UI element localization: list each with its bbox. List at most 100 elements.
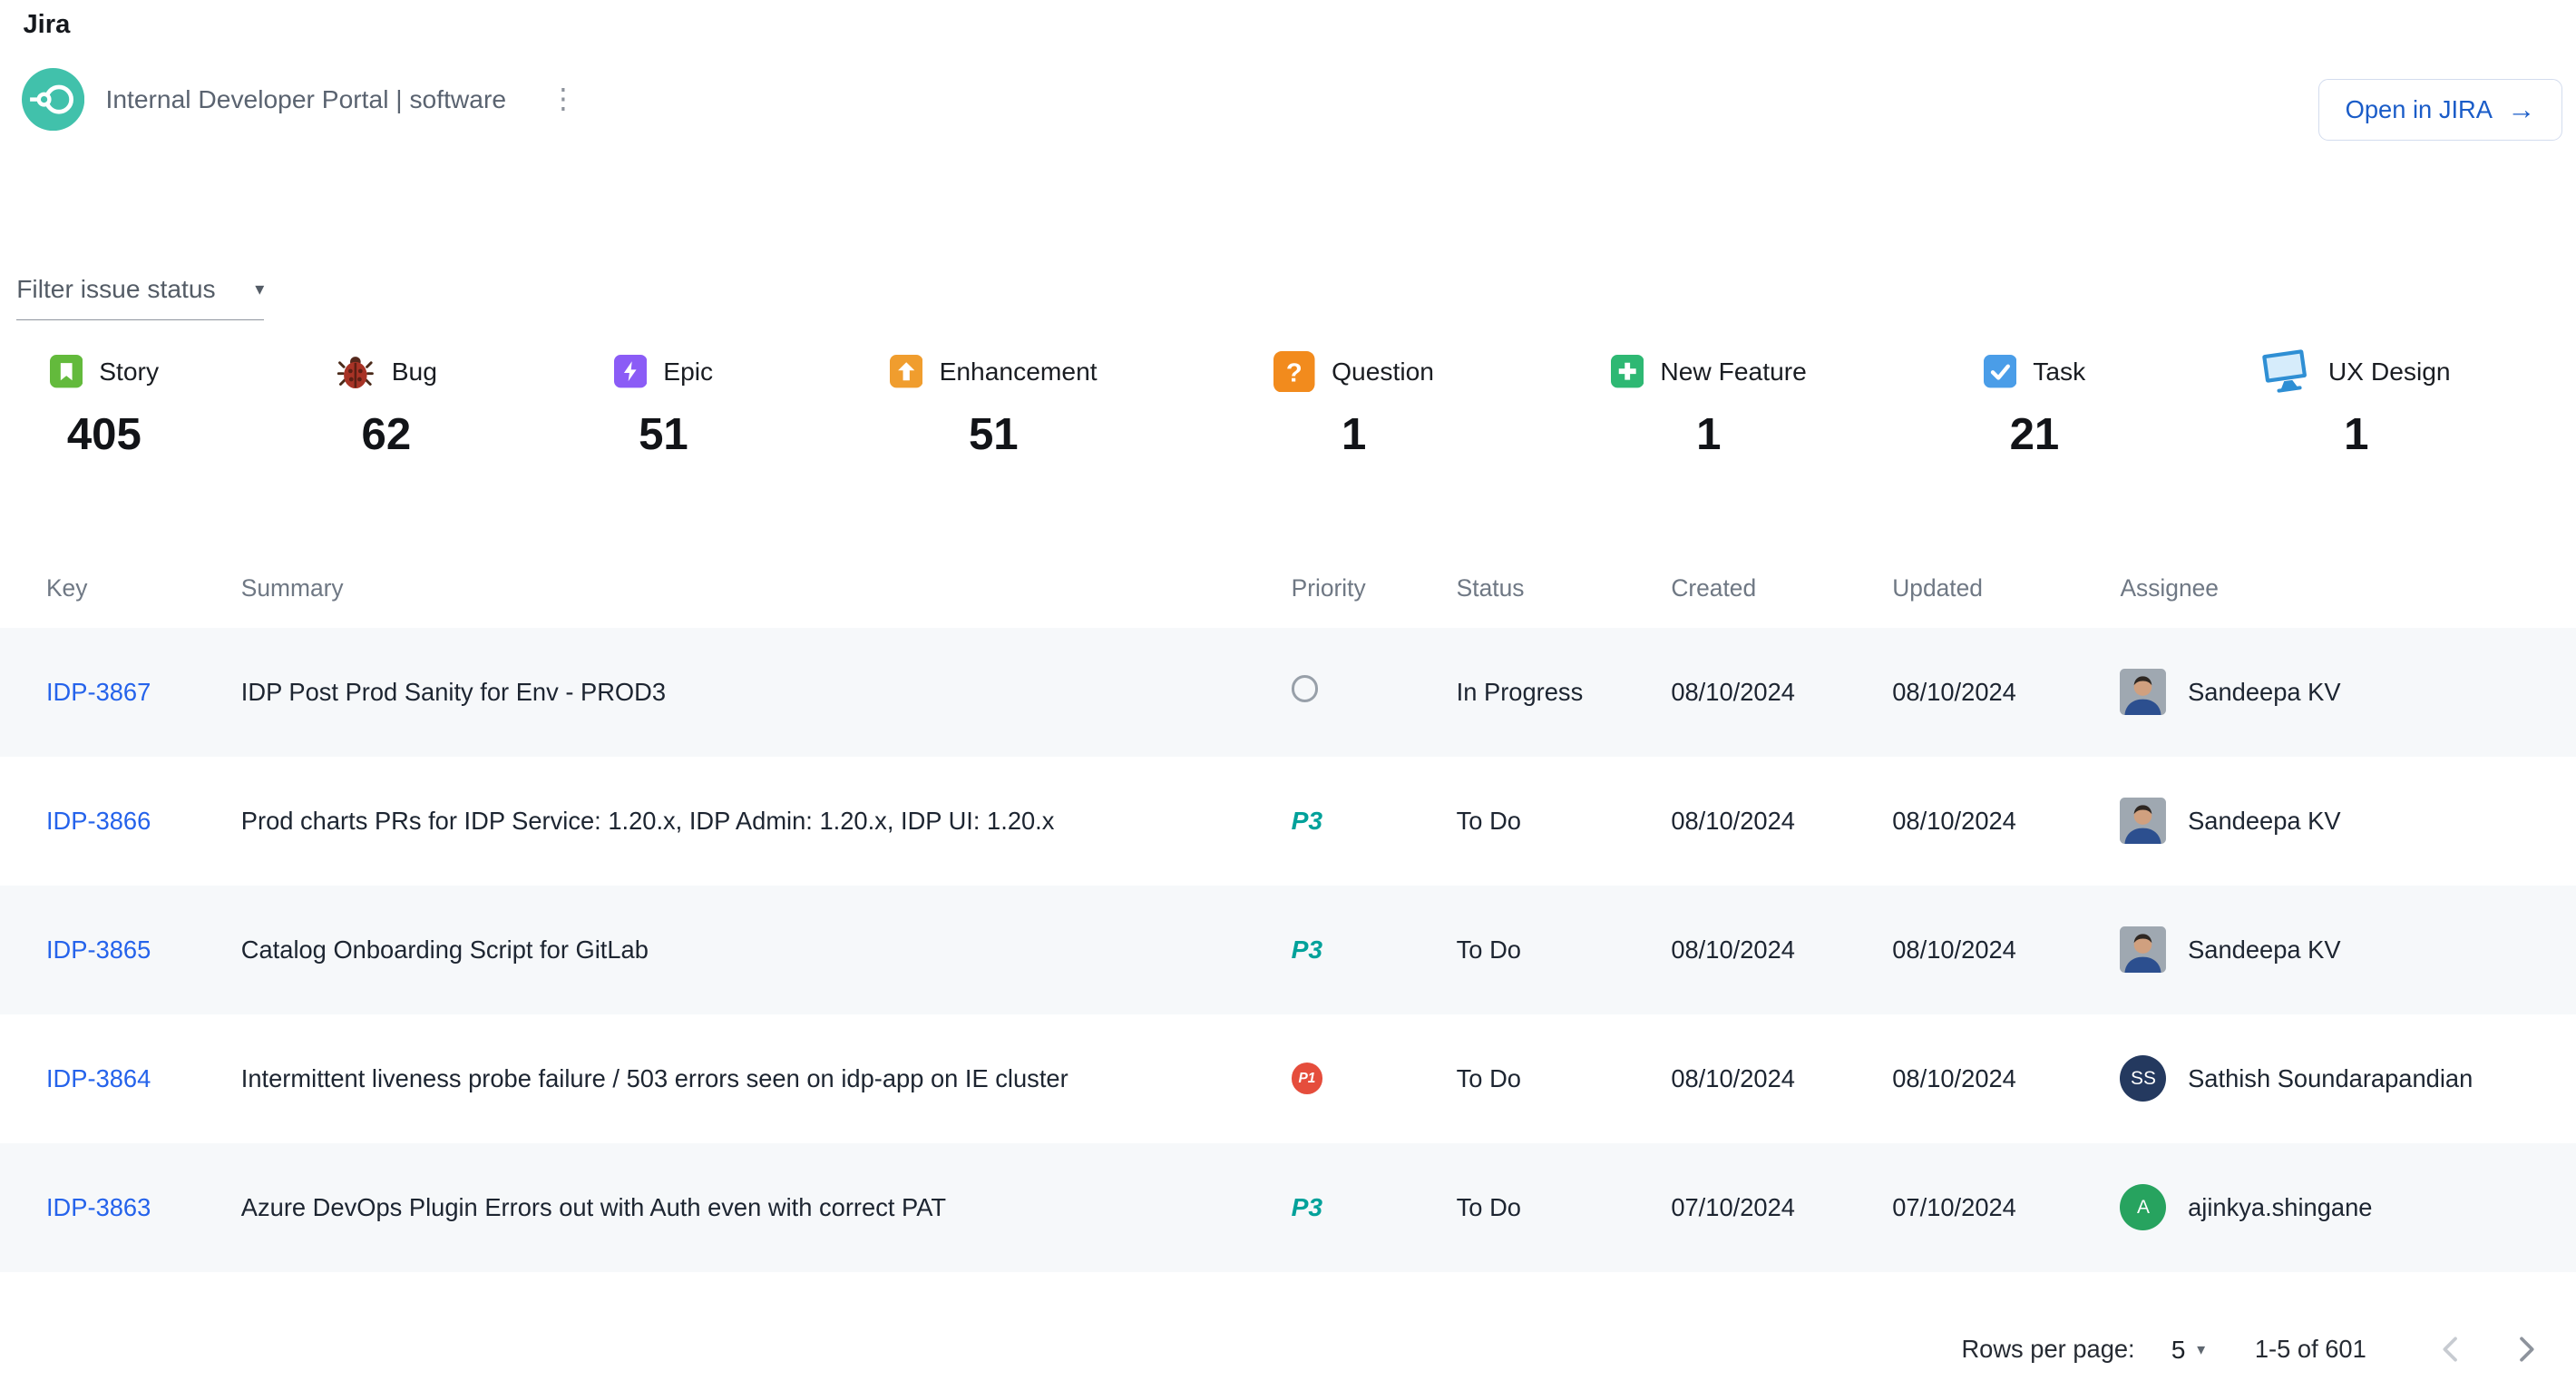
counter-count: 51 — [969, 409, 1019, 460]
assignee-avatar — [2120, 669, 2166, 715]
question-icon: ? — [1273, 351, 1315, 393]
assignee-name: Sandeepa KV — [2188, 807, 2340, 836]
counter-label: UX Design — [2328, 357, 2451, 387]
kebab-menu-icon[interactable]: ⋮ — [549, 85, 577, 113]
issue-created-date: 07/10/2024 — [1671, 1193, 1892, 1222]
counter-enhancement: Enhancement 51 — [890, 347, 1098, 460]
issue-created-date: 08/10/2024 — [1671, 935, 1892, 965]
issue-status: To Do — [1457, 807, 1672, 836]
next-page-button[interactable] — [2505, 1328, 2548, 1371]
rows-per-page-label: Rows per page: — [1961, 1335, 2134, 1364]
issue-summary: Intermittent liveness probe failure / 50… — [241, 1064, 1292, 1093]
counter-story: Story 405 — [50, 347, 159, 460]
filter-label: Filter issue status — [16, 274, 215, 304]
project-header: Internal Developer Portal | software ⋮ — [22, 68, 578, 131]
issue-updated-date: 08/10/2024 — [1892, 935, 2120, 965]
assignee-avatar — [2120, 926, 2166, 973]
counter-count: 1 — [2344, 409, 2368, 460]
column-header-updated: Updated — [1892, 574, 2120, 602]
assignee-avatar: SS — [2120, 1055, 2166, 1102]
open-in-jira-label: Open in JIRA — [2346, 95, 2493, 124]
counter-label: Epic — [663, 357, 713, 387]
counter-count: 62 — [362, 409, 412, 460]
rows-per-page-value: 5 — [2171, 1335, 2186, 1365]
issue-updated-date: 08/10/2024 — [1892, 1064, 2120, 1093]
counter-label: New Feature — [1660, 357, 1806, 387]
issue-key-link[interactable]: IDP-3863 — [46, 1193, 151, 1221]
enhancement-icon — [890, 355, 922, 387]
issue-created-date: 08/10/2024 — [1671, 1064, 1892, 1093]
issue-summary: Catalog Onboarding Script for GitLab — [241, 935, 1292, 965]
issue-updated-date: 08/10/2024 — [1892, 807, 2120, 836]
issue-key-link[interactable]: IDP-3864 — [46, 1064, 151, 1092]
assignee-name: ajinkya.shingane — [2188, 1193, 2372, 1222]
counter-label: Task — [2033, 357, 2085, 387]
epic-icon — [614, 355, 647, 387]
project-logo-icon — [22, 68, 84, 131]
table-row: IDP-3864 Intermittent liveness probe fai… — [0, 1014, 2576, 1143]
assignee-name: Sathish Soundarapandian — [2188, 1064, 2473, 1093]
story-icon — [50, 355, 83, 387]
counter-new-feature: New Feature 1 — [1611, 347, 1807, 460]
priority-none-icon — [1292, 675, 1319, 702]
pagination-bar: Rows per page: 5 ▾ 1-5 of 601 — [1961, 1320, 2548, 1380]
svg-text:?: ? — [1286, 359, 1303, 388]
counter-count: 1 — [1342, 409, 1366, 460]
priority-p3-icon: P3 — [1292, 935, 1323, 964]
jira-plugin-widget: Jira Internal Developer Portal | softwar… — [0, 0, 2576, 1381]
counter-bug: Bug 62 — [336, 347, 437, 460]
issue-status: To Do — [1457, 1193, 1672, 1222]
table-header-row: Key Summary Priority Status Created Upda… — [0, 548, 2576, 627]
priority-p1-icon: P1 — [1292, 1063, 1323, 1094]
issue-status: In Progress — [1457, 678, 1672, 707]
project-name: Internal Developer Portal | software — [105, 84, 506, 114]
counter-label: Bug — [392, 357, 437, 387]
column-header-created: Created — [1671, 574, 1892, 602]
column-header-status: Status — [1457, 574, 1672, 602]
issue-status: To Do — [1457, 1064, 1672, 1093]
open-in-jira-button[interactable]: Open in JIRA → — [2318, 79, 2563, 140]
table-row: IDP-3863 Azure DevOps Plugin Errors out … — [0, 1143, 2576, 1272]
issue-key-link[interactable]: IDP-3866 — [46, 807, 151, 835]
column-header-key: Key — [46, 574, 241, 602]
column-header-summary: Summary — [241, 574, 1292, 602]
counter-label: Question — [1332, 357, 1434, 387]
issue-status: To Do — [1457, 935, 1672, 965]
issue-key-link[interactable]: IDP-3867 — [46, 678, 151, 706]
previous-page-button[interactable] — [2429, 1328, 2472, 1371]
counter-epic: Epic 51 — [614, 347, 713, 460]
issue-created-date: 08/10/2024 — [1671, 678, 1892, 707]
counter-label: Story — [99, 357, 159, 387]
pagination-range: 1-5 of 601 — [2255, 1335, 2366, 1364]
assignee-name: Sandeepa KV — [2188, 935, 2340, 965]
issues-table-body: IDP-3867 IDP Post Prod Sanity for Env - … — [0, 628, 2576, 1272]
priority-p3-icon: P3 — [1292, 1192, 1323, 1221]
counter-count: 21 — [2010, 409, 2060, 460]
priority-p3-icon: P3 — [1292, 806, 1323, 835]
column-header-priority: Priority — [1292, 574, 1457, 602]
rows-per-page-select[interactable]: 5 ▾ — [2171, 1335, 2206, 1365]
counter-task: Task 21 — [1984, 347, 2086, 460]
page-title: Jira — [23, 10, 70, 40]
counter-count: 51 — [639, 409, 688, 460]
filter-issue-status-select[interactable]: Filter issue status ▾ — [16, 274, 264, 319]
counter-ux-design: UX Design 1 — [2262, 347, 2451, 460]
column-header-assignee: Assignee — [2120, 574, 2576, 602]
counter-count: 1 — [1696, 409, 1721, 460]
issue-summary: Prod charts PRs for IDP Service: 1.20.x,… — [241, 807, 1292, 836]
issue-created-date: 08/10/2024 — [1671, 807, 1892, 836]
issue-key-link[interactable]: IDP-3865 — [46, 935, 151, 964]
counter-count: 405 — [67, 409, 141, 460]
issue-summary: Azure DevOps Plugin Errors out with Auth… — [241, 1193, 1292, 1222]
issue-updated-date: 08/10/2024 — [1892, 678, 2120, 707]
counter-question: ? Question 1 — [1273, 347, 1434, 460]
issue-type-counters: Story 405 — [50, 347, 2451, 460]
table-row: IDP-3866 Prod charts PRs for IDP Service… — [0, 757, 2576, 886]
table-row: IDP-3865 Catalog Onboarding Script for G… — [0, 886, 2576, 1014]
chevron-down-icon: ▾ — [2197, 1340, 2205, 1359]
assignee-avatar: A — [2120, 1184, 2166, 1230]
counter-label: Enhancement — [940, 357, 1098, 387]
task-icon — [1984, 355, 2016, 387]
new-feature-icon — [1611, 355, 1644, 387]
bug-icon — [336, 352, 376, 392]
